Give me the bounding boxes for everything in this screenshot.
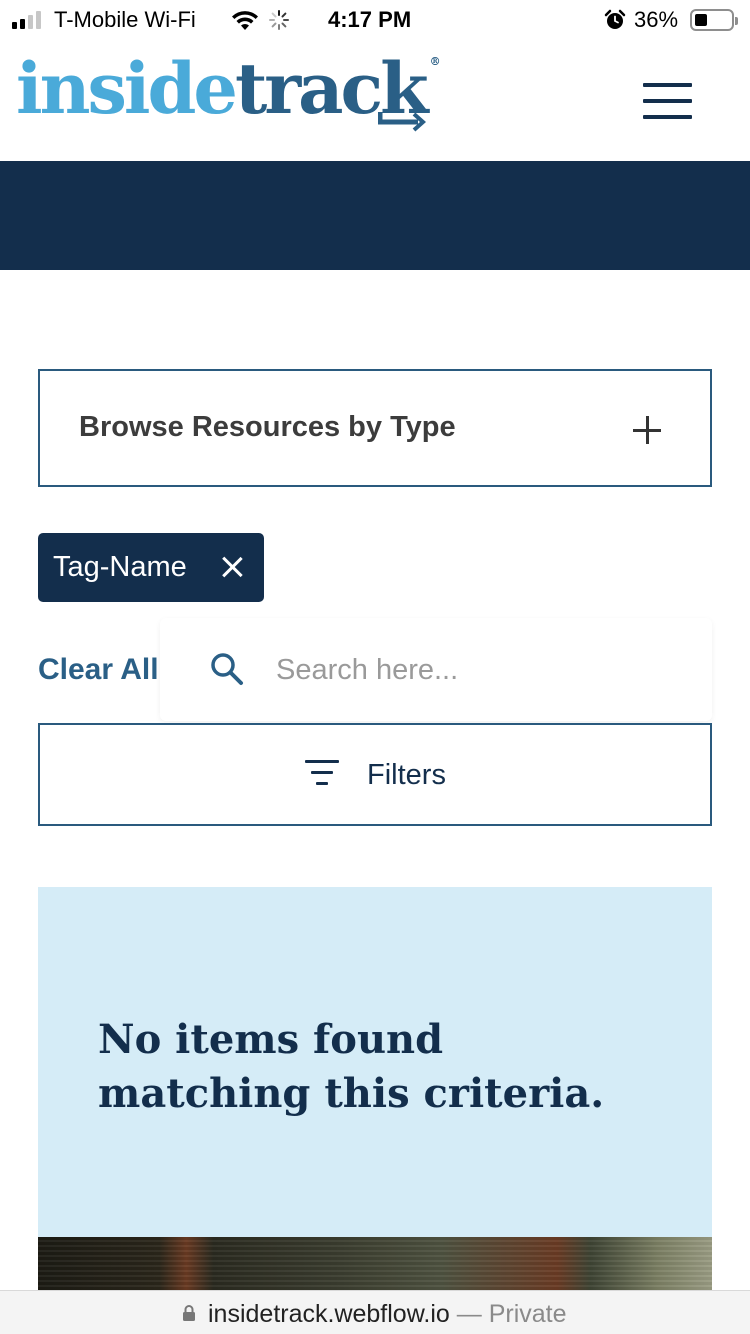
private-mode-label: Private [488,1300,567,1328]
browse-resources-label: Browse Resources by Type [79,411,456,443]
browser-url-bar[interactable]: insidetrack.webflow.io — Private [0,1290,750,1334]
clear-all-link[interactable]: Clear All [38,653,159,687]
hero-banner [0,161,750,270]
filters-button[interactable]: Filters [38,723,712,826]
activity-spinner-icon [269,10,289,30]
battery-icon [690,9,738,31]
wifi-icon [232,11,258,30]
insidetrack-logo[interactable]: insidetrack ® [16,54,441,124]
no-results-message: No items found matching this criteria. [98,1016,605,1117]
logo-arrow-icon [378,112,426,132]
carrier-label: T-Mobile Wi-Fi [54,7,196,32]
lock-icon [183,1305,195,1321]
clock-time: 4:17 PM [328,7,412,32]
search-icon[interactable] [210,652,244,686]
plus-icon[interactable] [633,416,661,444]
url-separator: — [456,1300,482,1328]
browse-resources-accordion[interactable]: Browse Resources by Type [38,369,712,487]
search-box[interactable] [160,618,712,721]
url-text[interactable]: insidetrack.webflow.io — Private [208,1300,567,1329]
close-icon[interactable] [222,557,242,577]
url-domain: insidetrack.webflow.io [208,1300,450,1328]
resource-card-image[interactable] [38,1237,712,1292]
filter-icon [305,760,339,788]
active-tag-chip[interactable]: Tag-Name [38,533,264,602]
status-bar: T-Mobile Wi-Fi 4:17 PM 36% [0,0,750,40]
site-header: insidetrack ® [0,40,750,161]
battery-percent: 36% [634,7,679,32]
filters-label: Filters [367,759,446,791]
hamburger-menu-icon[interactable] [643,83,692,119]
search-input[interactable] [276,648,696,692]
alarm-icon [604,9,626,29]
signal-icon [12,11,41,29]
empty-results-panel: No items found matching this criteria. [38,887,712,1237]
tag-label: Tag-Name [53,551,187,583]
